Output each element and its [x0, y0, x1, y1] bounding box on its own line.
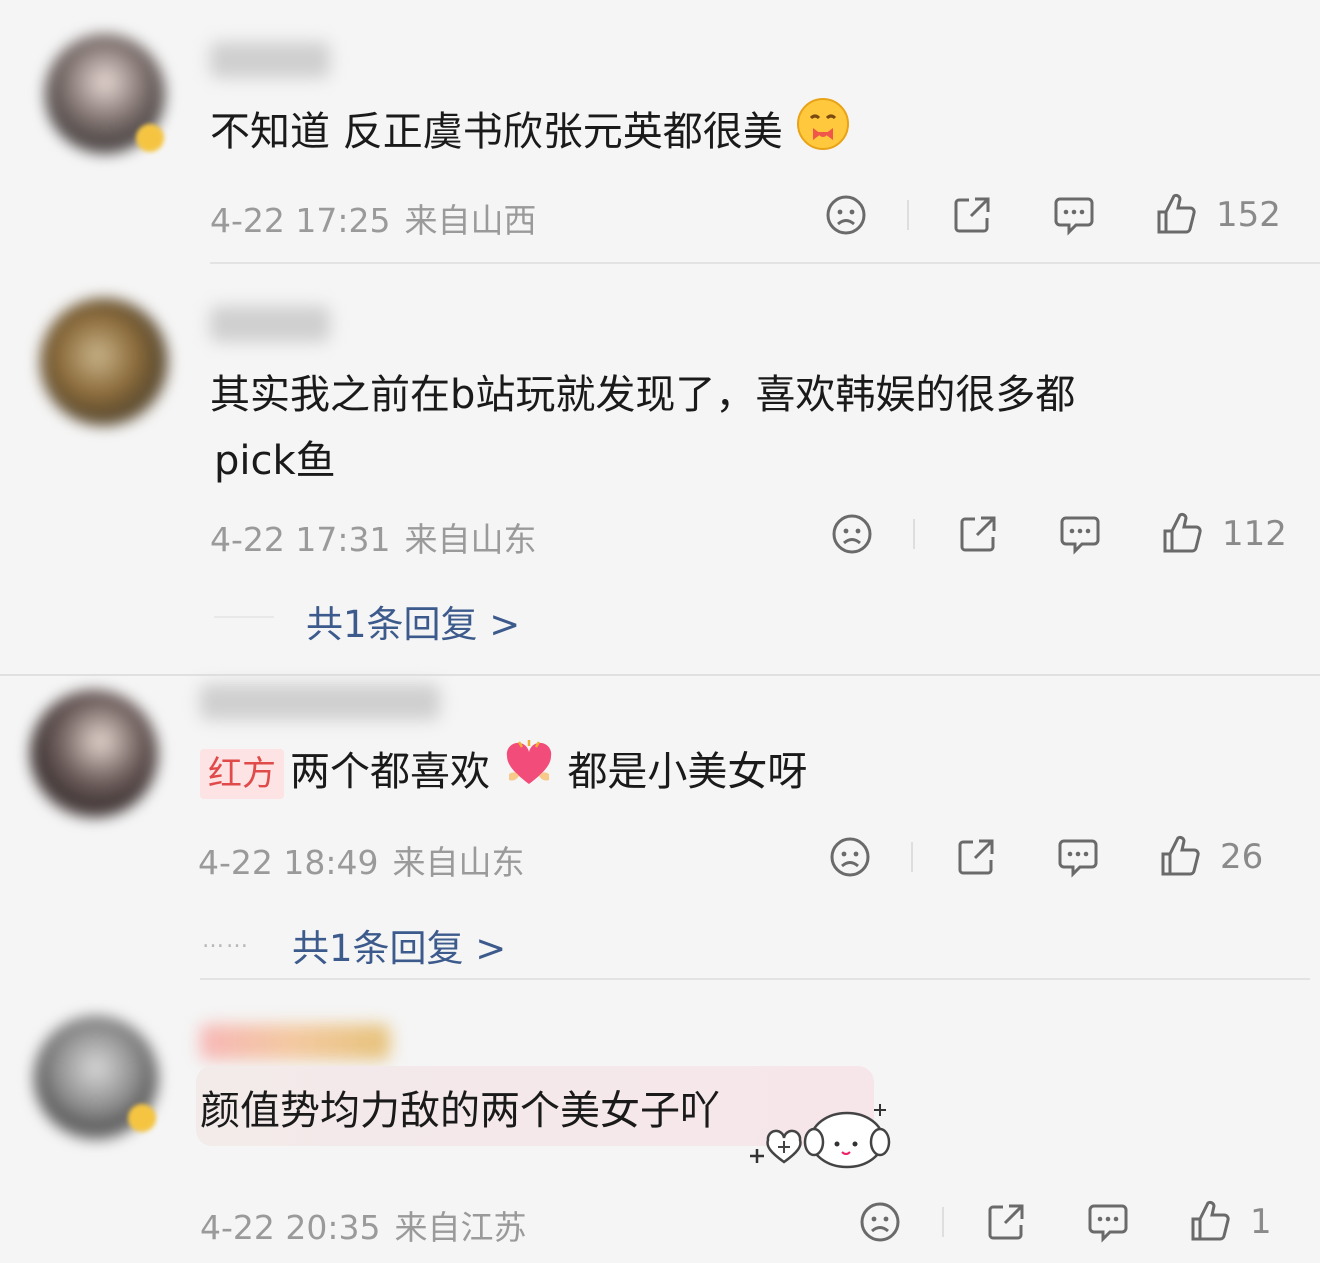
comment-meta: 4-22 17:25 来自山西	[210, 194, 537, 242]
like-count: 1	[1250, 1202, 1272, 1242]
divider	[913, 519, 915, 549]
like-button[interactable]	[1160, 510, 1204, 556]
comment-time: 4-22 18:49	[198, 843, 379, 882]
divider	[911, 842, 913, 872]
dislike-icon	[832, 514, 872, 554]
avatar[interactable]	[40, 298, 168, 426]
like-count: 152	[1216, 195, 1281, 235]
comment-location: 来自山东	[404, 520, 537, 559]
comment-button[interactable]	[1058, 512, 1102, 556]
username-blurred[interactable]	[210, 306, 330, 342]
like-count: 112	[1222, 514, 1287, 554]
dislike-icon	[830, 837, 870, 877]
faction-tag: 红方	[200, 749, 284, 799]
comment-text-line: 其实我之前在b站玩就发现了，喜欢韩娱的很多都	[210, 372, 1076, 418]
share-icon	[988, 1204, 1024, 1240]
dislike-button[interactable]	[858, 1200, 902, 1244]
avatar[interactable]	[30, 690, 158, 818]
comment-location: 来自山西	[404, 201, 537, 240]
comment-meta: 4-22 20:35 来自江苏	[200, 1201, 527, 1249]
like-button[interactable]	[1154, 191, 1198, 237]
share-button[interactable]	[950, 193, 994, 237]
comment-text: 不知道 反正虞书欣张元英都很美	[210, 96, 851, 172]
comment-text-content: 都是小美女呀	[567, 749, 808, 795]
dislike-button[interactable]	[828, 835, 872, 879]
comment-item: 不知道 反正虞书欣张元英都很美 4-22 17:25 来自山西 152	[0, 0, 1320, 264]
comment-item: 红方 两个都喜欢 都是小美女呀 4-22 18:49 来自山东 26 …… 共1条回…	[0, 676, 1320, 982]
sticker-icon	[744, 1102, 894, 1176]
heart-emoji	[503, 738, 555, 810]
comment-text: pick鱼	[214, 428, 336, 494]
verified-badge-icon	[128, 1104, 156, 1132]
username-blurred[interactable]	[200, 1024, 390, 1060]
divider	[942, 1207, 944, 1237]
view-replies-link[interactable]: 共1条回复 >	[306, 594, 520, 648]
comment-text-content: 两个都喜欢	[290, 749, 490, 795]
share-button[interactable]	[956, 512, 1000, 556]
like-icon	[1161, 835, 1200, 876]
comment-item: 颜值势均力敌的两个美女子吖 4-22 20:35 来自江苏 1	[0, 984, 1320, 1263]
share-button[interactable]	[954, 835, 998, 879]
comment-text-content: 颜值势均力敌的两个美女子吖	[200, 1088, 720, 1134]
view-replies-link[interactable]: 共1条回复 >	[292, 918, 506, 972]
divider	[907, 200, 909, 230]
comment-meta: 4-22 18:49 来自山东	[198, 836, 525, 884]
like-icon	[1157, 193, 1196, 234]
reply-dots: ……	[202, 928, 250, 953]
share-icon	[960, 516, 996, 552]
comment-time: 4-22 17:31	[210, 520, 391, 559]
like-icon	[1191, 1200, 1230, 1241]
dislike-button[interactable]	[824, 193, 868, 237]
like-icon	[1163, 512, 1202, 553]
like-count: 26	[1220, 837, 1264, 877]
comment-time: 4-22 17:25	[210, 201, 391, 240]
divider	[200, 978, 1310, 980]
comment-time: 4-22 20:35	[200, 1208, 381, 1247]
comment-text-line: pick鱼	[214, 438, 336, 484]
comment-text-content: 不知道 反正虞书欣张元英都很美	[210, 109, 783, 155]
username-blurred[interactable]	[200, 684, 440, 720]
comment-button[interactable]	[1056, 835, 1100, 879]
comment-item: 其实我之前在b站玩就发现了，喜欢韩娱的很多都 pick鱼 4-22 17:31 来…	[0, 264, 1320, 676]
comment-location: 来自江苏	[394, 1208, 527, 1247]
comment-icon	[1060, 516, 1100, 555]
verified-badge-icon	[136, 124, 164, 152]
comment-button[interactable]	[1086, 1200, 1130, 1244]
dislike-icon	[826, 195, 866, 235]
comment-text: 其实我之前在b站玩就发现了，喜欢韩娱的很多都	[210, 362, 1075, 428]
comment-text: 颜值势均力敌的两个美女子吖	[200, 1078, 720, 1144]
comment-icon	[1088, 1204, 1128, 1243]
hug-emoji	[795, 96, 851, 172]
dislike-button[interactable]	[830, 512, 874, 556]
username-blurred[interactable]	[210, 42, 330, 78]
share-button[interactable]	[984, 1200, 1028, 1244]
comment-button[interactable]	[1052, 193, 1096, 237]
dislike-icon	[860, 1202, 900, 1242]
comment-icon	[1058, 839, 1098, 878]
reply-indent-line	[214, 616, 274, 618]
comment-text: 红方 两个都喜欢 都是小美女呀	[200, 738, 807, 810]
share-icon	[958, 839, 994, 875]
like-button[interactable]	[1188, 1198, 1232, 1244]
like-button[interactable]	[1158, 833, 1202, 879]
share-icon	[954, 197, 990, 233]
comment-meta: 4-22 17:31 来自山东	[210, 513, 537, 561]
comment-location: 来自山东	[392, 843, 525, 882]
comment-icon	[1054, 197, 1094, 236]
